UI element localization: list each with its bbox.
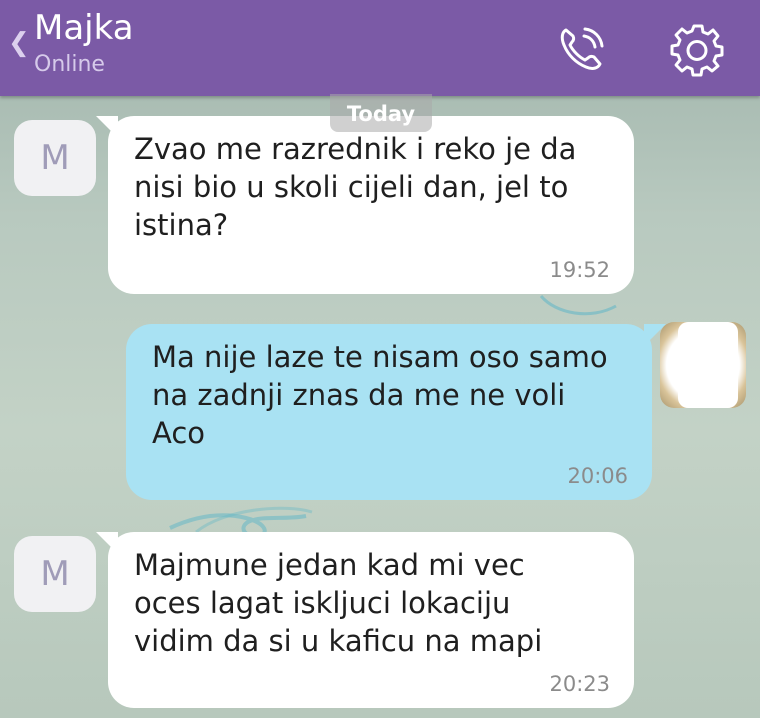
contact-status: Online <box>34 52 105 77</box>
avatar-blurred-photo <box>678 322 738 408</box>
message-text: Zvao me razrednik i reko je da nisi bio … <box>134 132 577 242</box>
avatar[interactable]: M <box>14 536 96 612</box>
my-avatar[interactable] <box>660 322 746 408</box>
avatar[interactable]: M <box>14 120 96 196</box>
message-time: 20:06 <box>567 464 628 488</box>
message-bubble[interactable]: Majmune jedan kad mi vec oces lagat iskl… <box>108 532 634 708</box>
settings-button[interactable] <box>668 18 728 78</box>
gear-icon <box>670 24 724 77</box>
message-text: Majmune jedan kad mi vec oces lagat iskl… <box>134 548 543 658</box>
call-button[interactable] <box>552 18 612 78</box>
message-time: 20:23 <box>549 672 610 696</box>
message-time: 19:52 <box>549 258 610 282</box>
contact-name[interactable]: Majka <box>34 10 134 46</box>
chevron-left-icon[interactable]: ❮ <box>8 30 30 56</box>
chat-header: ❮ Majka Online <box>0 0 760 96</box>
message-text: Ma nije laze te nisam oso samo na zadnji… <box>152 340 608 450</box>
message-bubble[interactable]: Ma nije laze te nisam oso samo na zadnji… <box>126 324 652 500</box>
date-divider: Today <box>330 94 432 132</box>
phone-call-icon <box>560 27 604 70</box>
message-bubble[interactable]: Zvao me razrednik i reko je da nisi bio … <box>108 116 634 294</box>
